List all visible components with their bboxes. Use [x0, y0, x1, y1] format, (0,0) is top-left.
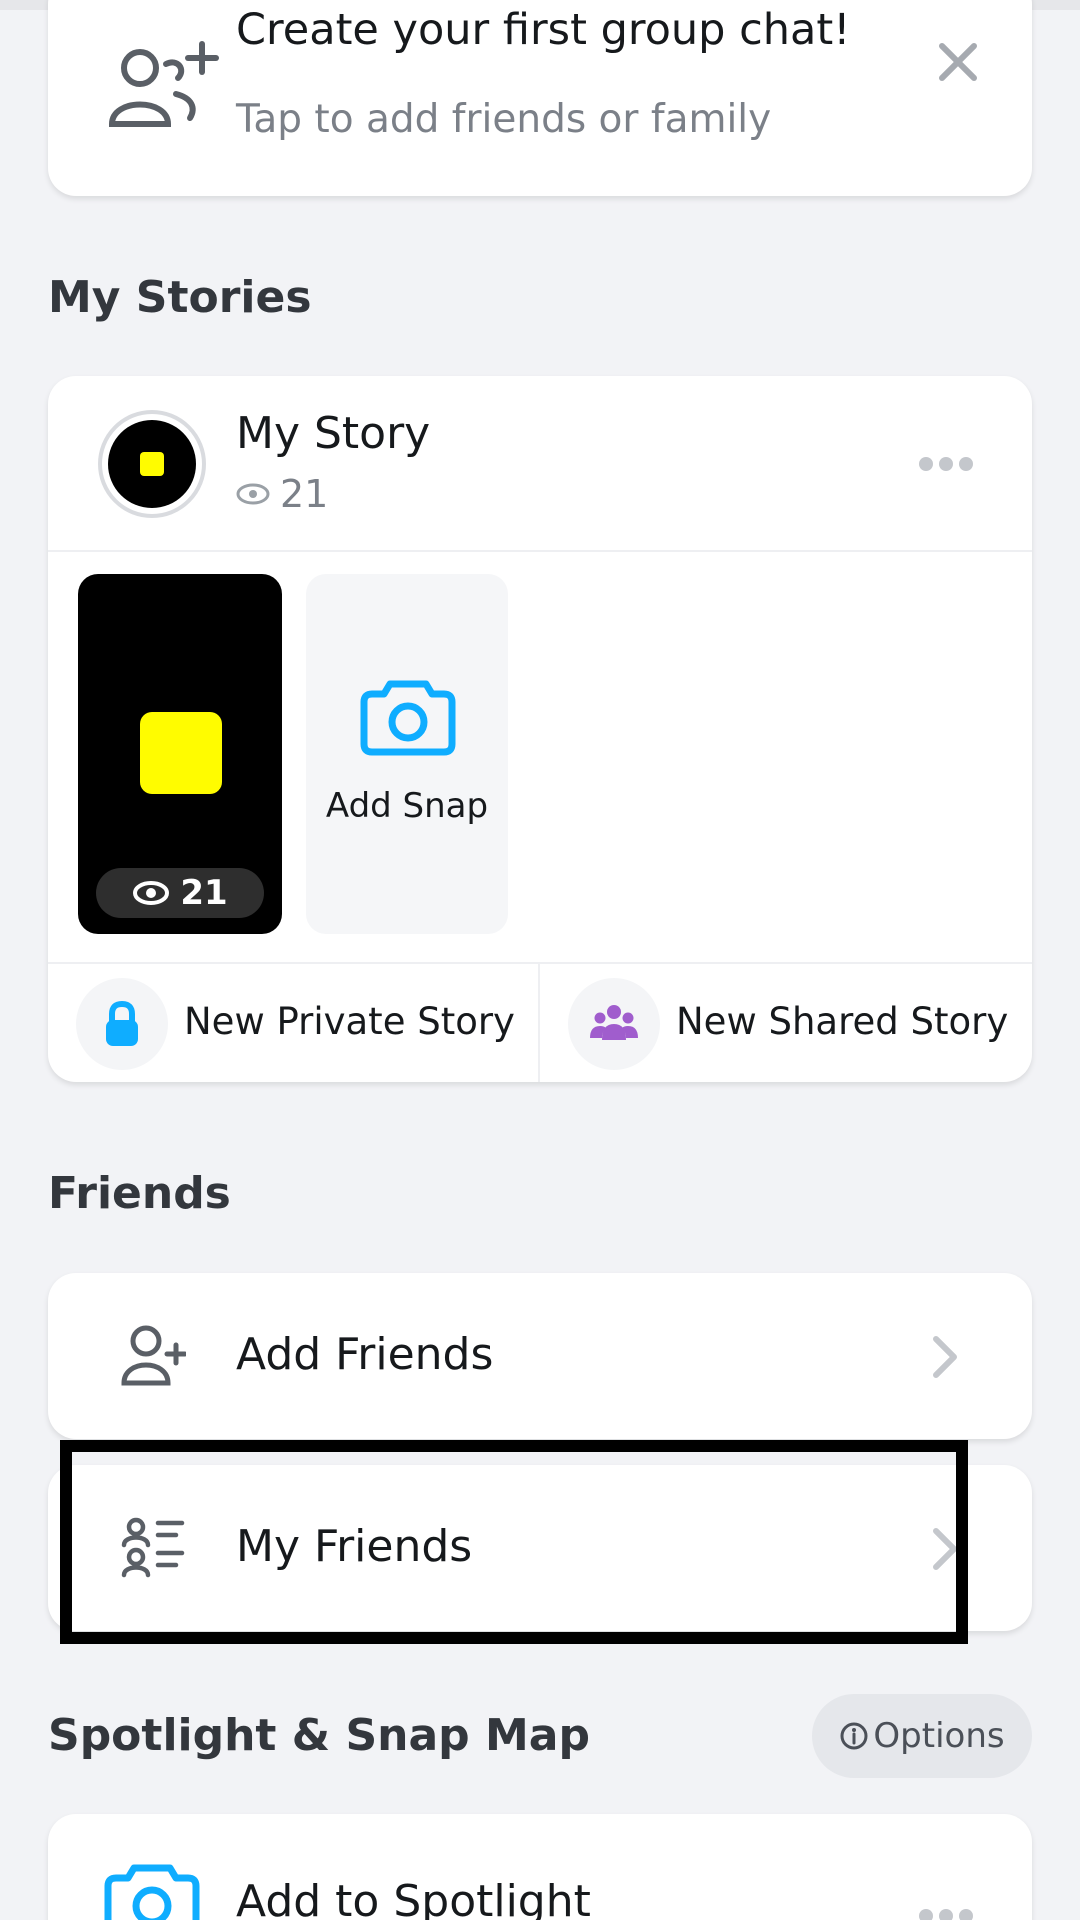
eye-icon [236, 483, 270, 505]
views-count: 21 [280, 472, 329, 516]
more-dots-icon[interactable] [918, 456, 974, 472]
add-group-icon [108, 41, 219, 127]
new-shared-story-button[interactable]: New Shared Story [540, 964, 1032, 1082]
my-story-name: My Story [236, 408, 431, 459]
add-snap-button[interactable]: Add Snap [306, 574, 508, 934]
people-icon [590, 1005, 638, 1040]
add-friends-row[interactable]: Add Friends [48, 1273, 1032, 1439]
section-title-friends: Friends [48, 1168, 231, 1219]
new-private-story-label: New Private Story [184, 1000, 515, 1043]
add-snap-label: Add Snap [325, 786, 489, 826]
lock-icon [106, 1000, 138, 1046]
close-icon[interactable] [928, 32, 988, 92]
snapcode-icon [140, 452, 164, 476]
add-to-spotlight-row[interactable]: Add to Spotlight [48, 1814, 1032, 1920]
story-actions: New Private Story New Shared Story [48, 962, 1032, 1082]
camera-icon [360, 680, 456, 756]
more-dots-icon[interactable] [918, 1908, 974, 1920]
chevron-right-icon [933, 1528, 957, 1570]
friends-list-icon [121, 1517, 185, 1578]
stories-page: Create your first group chat! Tap to add… [0, 0, 1080, 1920]
my-friends-row[interactable]: My Friends [48, 1465, 1032, 1631]
add-to-spotlight-label: Add to Spotlight [236, 1876, 591, 1920]
my-stories-card: My Story 21 21 Add Snap New Private Stor… [48, 376, 1032, 1082]
section-title-my-stories: My Stories [48, 272, 312, 323]
story-snap-thumbnail[interactable]: 21 [78, 574, 282, 934]
group-chat-title: Create your first group chat! [236, 5, 851, 55]
info-icon [840, 1722, 868, 1750]
my-story-row[interactable]: My Story 21 [48, 376, 1032, 552]
snapcode-icon [140, 712, 222, 794]
eye-icon [133, 881, 170, 905]
add-friends-label: Add Friends [236, 1329, 494, 1380]
options-button[interactable]: Options [812, 1694, 1032, 1778]
my-friends-label: My Friends [236, 1521, 473, 1572]
thumbnail-views-badge: 21 [96, 868, 264, 918]
thumbnail-views-count: 21 [180, 873, 228, 913]
group-chat-subtitle: Tap to add friends or family [236, 97, 772, 142]
camera-icon [104, 1864, 200, 1920]
create-group-chat-card[interactable]: Create your first group chat! Tap to add… [48, 0, 1032, 196]
add-friend-icon [121, 1325, 186, 1386]
section-title-spotlight: Spotlight & Snap Map [48, 1710, 590, 1761]
avatar[interactable] [98, 410, 206, 518]
my-story-views: 21 [236, 472, 328, 516]
new-shared-story-label: New Shared Story [676, 1000, 1009, 1043]
new-private-story-button[interactable]: New Private Story [48, 964, 540, 1082]
options-label: Options [873, 1716, 1005, 1756]
chevron-right-icon [933, 1336, 957, 1378]
